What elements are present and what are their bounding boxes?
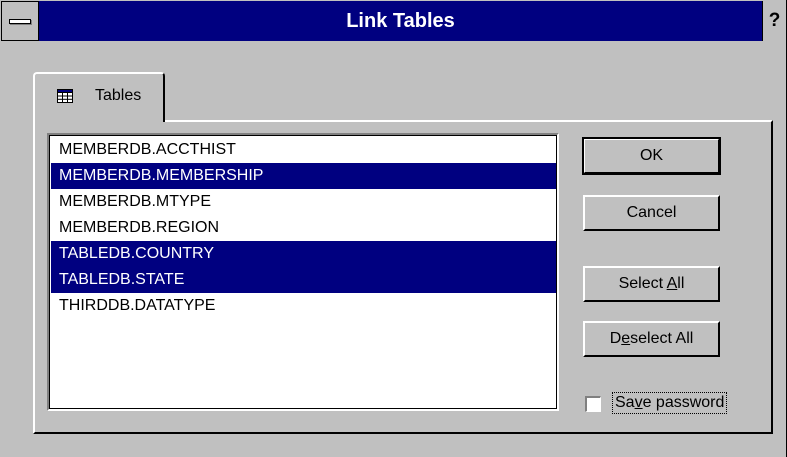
tab-label: Tables [95, 87, 142, 104]
select-all-accelerator: A [666, 275, 678, 292]
table-list-item[interactable]: TABLEDB.STATE [51, 267, 557, 293]
save-password-accelerator: v [634, 394, 643, 411]
tables-listbox[interactable]: MEMBERDB.ACCTHIST MEMBERDB.MEMBERSHIP MEMB… [47, 133, 559, 411]
tables-list: MEMBERDB.ACCTHIST MEMBERDB.MEMBERSHIP MEMB… [49, 135, 557, 319]
help-button[interactable]: ? [762, 1, 786, 41]
window-title: Link Tables [346, 10, 455, 32]
table-list-item[interactable]: THIRDDB.DATATYPE [51, 293, 557, 319]
tab-tables[interactable]: Tables [33, 72, 165, 122]
table-icon [57, 89, 73, 103]
system-menu-button[interactable] [1, 1, 39, 41]
table-list-item[interactable]: MEMBERDB.MEMBERSHIP [51, 163, 557, 189]
table-list-item[interactable]: MEMBERDB.REGION [51, 215, 557, 241]
select-all-label-rest: ll [677, 275, 685, 292]
save-password-text-rest: e password [642, 394, 725, 411]
select-all-label: Select [618, 275, 667, 292]
save-password-checkbox[interactable] [585, 396, 601, 412]
cancel-button[interactable]: Cancel [583, 195, 720, 231]
deselect-all-label: D [609, 330, 622, 347]
table-list-item[interactable]: TABLEDB.COUNTRY [51, 241, 557, 267]
deselect-all-button[interactable]: Deselect All [583, 321, 720, 357]
select-all-button[interactable]: Select All [583, 266, 720, 302]
save-password-text: Sa [615, 394, 635, 411]
link-tables-dialog: Link Tables ? Tables MEMBERDB.ACCTHIST ME… [0, 0, 787, 457]
system-menu-icon [9, 19, 31, 24]
table-list-item[interactable]: MEMBERDB.ACCTHIST [51, 137, 557, 163]
deselect-all-label-rest: select All [630, 330, 694, 347]
deselect-all-accelerator: e [621, 330, 631, 347]
save-password-label[interactable]: Save password [612, 392, 728, 414]
title-bar: Link Tables ? [1, 1, 786, 41]
ok-button[interactable]: OK [582, 137, 721, 175]
table-list-item[interactable]: MEMBERDB.MTYPE [51, 189, 557, 215]
